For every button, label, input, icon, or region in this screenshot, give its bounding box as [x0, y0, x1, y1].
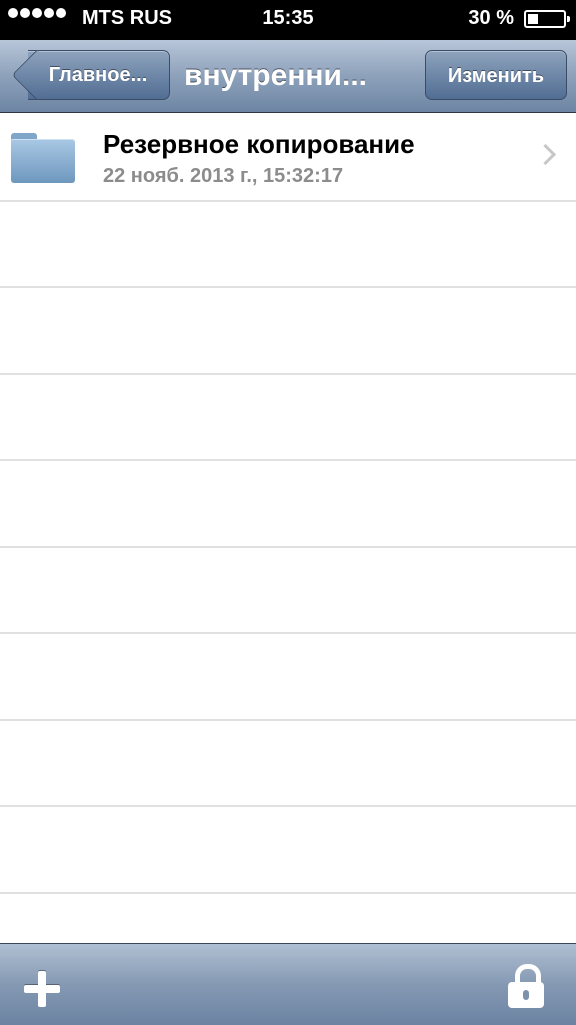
folder-icon: [11, 133, 75, 183]
edit-button[interactable]: Изменить: [425, 50, 567, 100]
battery-icon: [524, 10, 570, 28]
bottom-toolbar: [0, 943, 576, 1025]
navigation-bar: Главное... внутренни... Изменить: [0, 40, 576, 113]
lock-icon[interactable]: [508, 964, 544, 1008]
back-button[interactable]: Главное...: [12, 50, 170, 100]
row-separator: [0, 719, 576, 721]
back-button-label: Главное...: [48, 64, 148, 86]
chevron-right-icon: [534, 143, 557, 166]
row-separator: [0, 892, 576, 894]
plus-icon[interactable]: [24, 971, 60, 1007]
item-title: Резервное копирование: [103, 129, 415, 159]
row-separator: [0, 200, 576, 202]
item-date: 22 нояб. 2013 г., 15:32:17: [103, 165, 344, 187]
list-item[interactable]: Резервное копирование 22 нояб. 2013 г., …: [0, 113, 576, 200]
row-separator: [0, 546, 576, 548]
status-bar: MTS RUS 15:35 30 %: [0, 0, 576, 40]
row-separator: [0, 805, 576, 807]
row-separator: [0, 286, 576, 288]
battery-percent: 30 %: [468, 7, 514, 29]
row-separator: [0, 373, 576, 375]
page-title: внутренни...: [184, 59, 368, 92]
file-list: Резервное копирование 22 нояб. 2013 г., …: [0, 113, 576, 942]
row-separator: [0, 459, 576, 461]
row-separator: [0, 632, 576, 634]
